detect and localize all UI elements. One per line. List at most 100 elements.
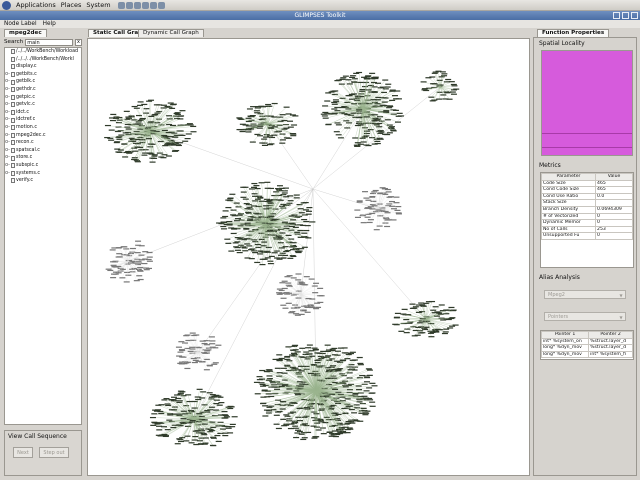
graph-node[interactable] bbox=[189, 348, 196, 350]
graph-node[interactable] bbox=[297, 236, 304, 238]
graph-node[interactable] bbox=[429, 300, 436, 303]
graph-node[interactable] bbox=[322, 117, 329, 119]
table-row[interactable]: Dynamic Memor 0 bbox=[540, 219, 633, 227]
graph-node[interactable] bbox=[332, 435, 339, 438]
graph-node[interactable] bbox=[317, 287, 324, 289]
graph-node[interactable] bbox=[288, 215, 295, 217]
graph-node[interactable] bbox=[182, 140, 189, 142]
graph-node[interactable] bbox=[177, 440, 184, 443]
graph-node[interactable] bbox=[298, 313, 305, 316]
graph-node[interactable] bbox=[354, 216, 361, 218]
graph-node[interactable] bbox=[283, 106, 290, 108]
graph-node[interactable] bbox=[166, 106, 173, 108]
graph-node[interactable] bbox=[273, 423, 280, 425]
graph-node[interactable] bbox=[377, 138, 384, 140]
graph-node[interactable] bbox=[268, 215, 275, 217]
graph-node[interactable] bbox=[137, 101, 144, 103]
graph-node[interactable] bbox=[240, 186, 247, 188]
graph-node[interactable] bbox=[149, 416, 156, 419]
graph-node[interactable] bbox=[297, 365, 304, 367]
graph-node[interactable] bbox=[359, 88, 366, 91]
graph-node[interactable] bbox=[332, 388, 339, 390]
graph-node[interactable] bbox=[312, 349, 319, 351]
graph-node[interactable] bbox=[210, 445, 217, 447]
graph-node[interactable] bbox=[415, 311, 422, 314]
graph-node[interactable] bbox=[275, 188, 282, 190]
graph-node[interactable] bbox=[178, 341, 185, 343]
graph-node[interactable] bbox=[134, 252, 141, 254]
graph-node[interactable] bbox=[147, 152, 154, 154]
graph-node[interactable] bbox=[180, 410, 187, 412]
graph-node[interactable] bbox=[345, 353, 352, 356]
graph-node[interactable] bbox=[236, 251, 243, 254]
graph-node[interactable] bbox=[119, 268, 126, 270]
graph-node[interactable] bbox=[298, 248, 305, 250]
graph-node[interactable] bbox=[260, 402, 267, 404]
tree-item[interactable]: o-getbits.c bbox=[5, 71, 81, 79]
graph-node[interactable] bbox=[373, 229, 380, 231]
graph-node[interactable] bbox=[131, 105, 138, 108]
graph-node[interactable] bbox=[166, 115, 173, 117]
graph-node[interactable] bbox=[267, 260, 274, 262]
graph-node[interactable] bbox=[322, 111, 329, 114]
graph-node[interactable] bbox=[256, 376, 263, 378]
graph-node[interactable] bbox=[217, 396, 224, 398]
graph-node[interactable] bbox=[258, 382, 265, 384]
graph-node[interactable] bbox=[192, 436, 199, 438]
graph-node[interactable] bbox=[131, 158, 138, 161]
graph-node[interactable] bbox=[357, 143, 364, 145]
graph-node[interactable] bbox=[305, 297, 312, 300]
graph-node[interactable] bbox=[295, 251, 302, 254]
graph-node[interactable] bbox=[313, 413, 320, 415]
graph-node[interactable] bbox=[423, 89, 430, 92]
graph-node[interactable] bbox=[280, 304, 287, 306]
graph-node[interactable] bbox=[268, 395, 275, 398]
graph-node[interactable] bbox=[432, 306, 439, 308]
graph-node[interactable] bbox=[266, 199, 273, 201]
graph-node[interactable] bbox=[278, 247, 285, 249]
column-header[interactable]: Pointer 2 bbox=[588, 331, 633, 339]
graph-node[interactable] bbox=[231, 228, 238, 230]
graph-node[interactable] bbox=[220, 217, 227, 219]
graph-node[interactable] bbox=[184, 334, 191, 336]
graph-node[interactable] bbox=[137, 270, 144, 272]
applications-menu[interactable]: Applications bbox=[16, 1, 56, 9]
close-button[interactable] bbox=[631, 12, 638, 19]
graph-node[interactable] bbox=[218, 402, 225, 404]
graph-node[interactable] bbox=[173, 112, 180, 115]
graph-node[interactable] bbox=[138, 254, 145, 256]
graph-node[interactable] bbox=[247, 218, 254, 220]
graph-node[interactable] bbox=[293, 436, 300, 439]
tab-mpeg2dec[interactable]: mpeg2dec bbox=[4, 29, 47, 37]
graph-node[interactable] bbox=[449, 317, 456, 319]
graph-node[interactable] bbox=[260, 245, 267, 247]
graph-cluster[interactable] bbox=[392, 300, 459, 338]
graph-node[interactable] bbox=[110, 264, 117, 266]
graph-node[interactable] bbox=[436, 98, 443, 100]
graph-node[interactable] bbox=[281, 192, 288, 194]
graph-node[interactable] bbox=[297, 208, 304, 210]
graph-node[interactable] bbox=[392, 109, 399, 111]
graph-node[interactable] bbox=[398, 115, 405, 117]
graph-node[interactable] bbox=[435, 70, 442, 72]
graph-node[interactable] bbox=[300, 356, 307, 358]
graph-node[interactable] bbox=[329, 433, 336, 435]
graph-node[interactable] bbox=[364, 207, 371, 209]
graph-node[interactable] bbox=[177, 351, 184, 353]
graph-node[interactable] bbox=[282, 307, 289, 309]
graph-node[interactable] bbox=[400, 322, 407, 325]
graph-node[interactable] bbox=[242, 198, 249, 200]
expand-toggle-icon[interactable]: o- bbox=[5, 71, 10, 79]
graph-node[interactable] bbox=[443, 309, 450, 311]
graph-node[interactable] bbox=[295, 273, 302, 275]
graph-node[interactable] bbox=[344, 114, 351, 116]
graph-node[interactable] bbox=[354, 145, 361, 147]
graph-node[interactable] bbox=[369, 72, 376, 74]
graph-node[interactable] bbox=[298, 212, 305, 214]
graph-node[interactable] bbox=[199, 361, 206, 363]
tree-item[interactable]: o-idctref.c bbox=[5, 116, 81, 124]
table-row[interactable]: long* %dyn_mov int* %system_fi bbox=[541, 350, 633, 359]
graph-node[interactable] bbox=[281, 372, 288, 374]
tab-function-properties[interactable]: Function Properties bbox=[537, 29, 610, 37]
graph-node[interactable] bbox=[177, 390, 184, 392]
